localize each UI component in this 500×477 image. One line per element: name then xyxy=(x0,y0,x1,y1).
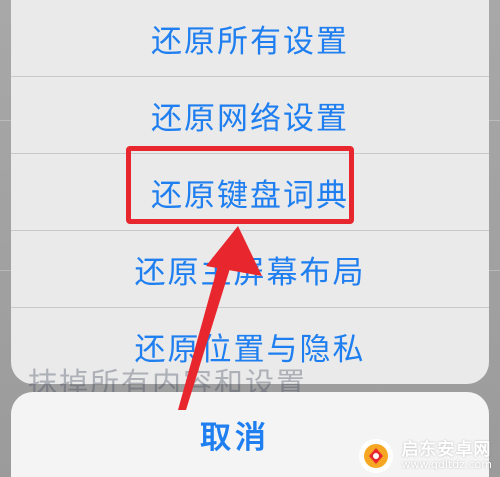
reset-home-screen-layout-option[interactable]: 还原主屏幕布局 xyxy=(11,231,489,307)
watermark: 启东安卓网 www.qdltdz.com xyxy=(359,439,492,473)
reset-all-settings-option[interactable]: 还原所有设置 xyxy=(11,0,489,76)
option-label: 还原主屏幕布局 xyxy=(134,254,366,291)
watermark-title: 启东安卓网 xyxy=(401,439,492,460)
watermark-logo-icon xyxy=(359,439,394,473)
cancel-label: 取消 xyxy=(200,420,270,456)
option-label: 还原网络设置 xyxy=(151,100,349,137)
watermark-url: www.qdltdz.com xyxy=(401,458,492,472)
option-label: 还原所有设置 xyxy=(151,23,349,60)
reset-network-settings-option[interactable]: 还原网络设置 xyxy=(11,77,489,153)
annotation-highlight-box xyxy=(126,146,354,224)
